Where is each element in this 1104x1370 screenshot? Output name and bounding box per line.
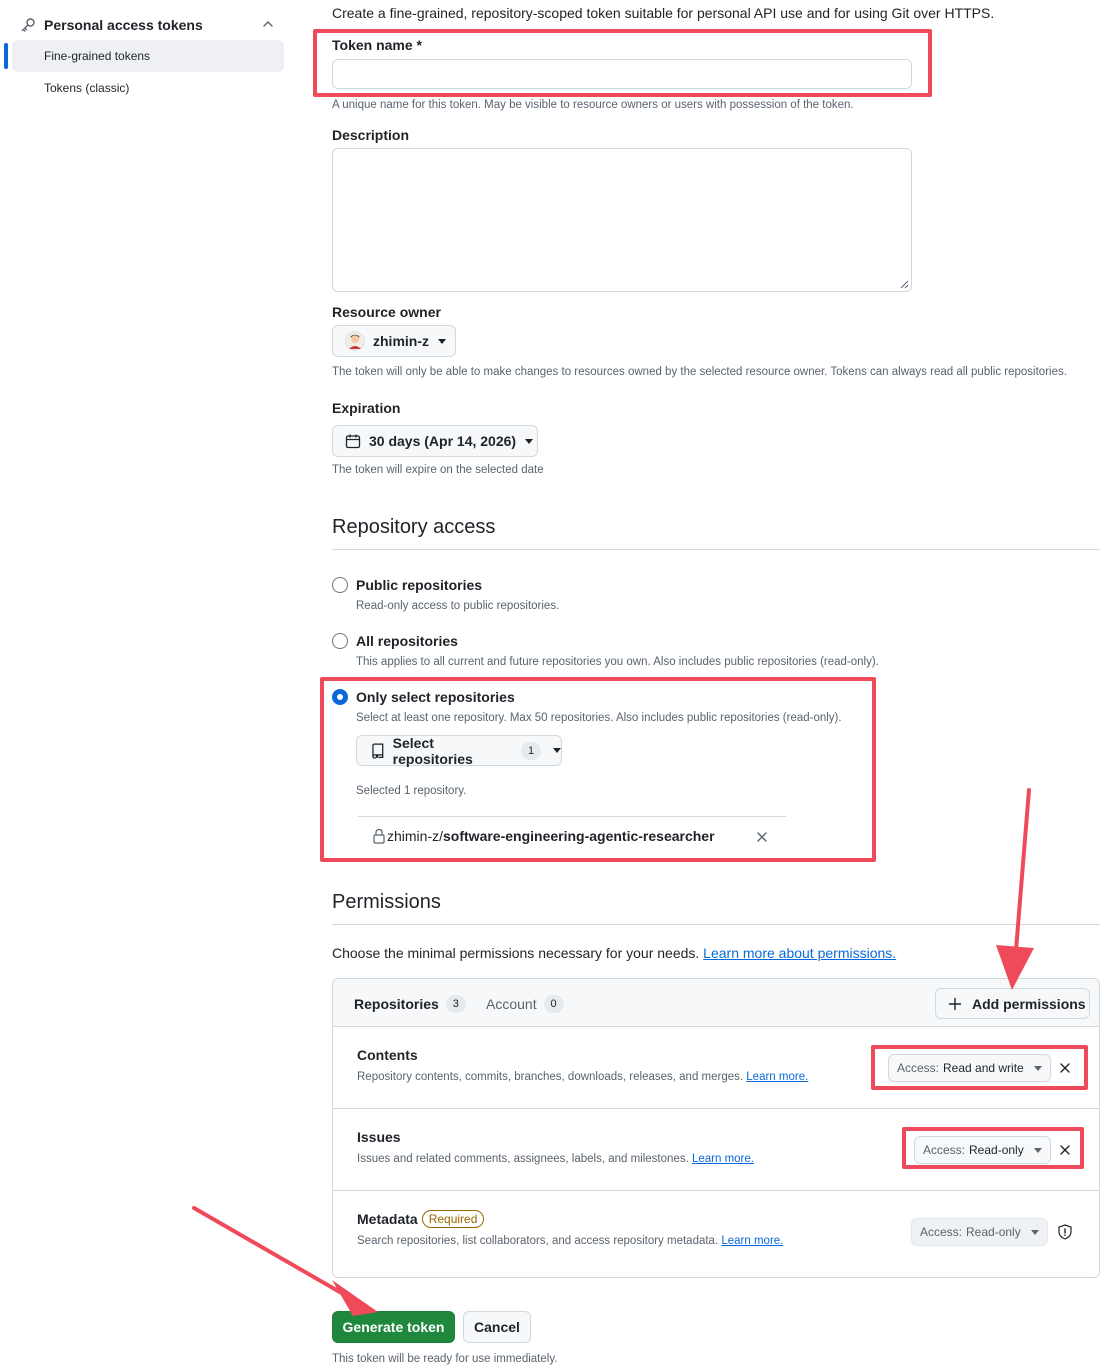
key-icon bbox=[21, 18, 35, 32]
caret-down-icon bbox=[438, 338, 446, 344]
active-indicator bbox=[4, 43, 8, 69]
expiration-label: Expiration bbox=[332, 400, 401, 416]
option-help-all: This applies to all current and future r… bbox=[356, 656, 879, 668]
tab-count-badge: 0 bbox=[543, 995, 564, 1013]
description-label: Description bbox=[332, 127, 410, 143]
option-label-all[interactable]: All repositories bbox=[356, 633, 458, 649]
access-value: Read-only bbox=[966, 1225, 1021, 1239]
calendar-icon bbox=[345, 434, 361, 449]
learn-more-permissions-link[interactable]: Learn more about permissions. bbox=[703, 945, 896, 961]
cancel-button[interactable]: Cancel bbox=[463, 1311, 531, 1343]
tab-repositories[interactable]: Repositories 3 bbox=[354, 995, 466, 1013]
option-help-public: Read-only access to public repositories. bbox=[356, 600, 560, 612]
permission-desc-issues: Issues and related comments, assignees, … bbox=[357, 1153, 754, 1165]
highlight-box-issues-access bbox=[902, 1127, 1084, 1169]
resource-owner-value: zhimin-z bbox=[373, 333, 429, 349]
avatar bbox=[345, 331, 365, 351]
permission-name-metadata: Metadata Required bbox=[357, 1210, 485, 1228]
resource-owner-label: Resource owner bbox=[332, 304, 441, 320]
sidebar-section-title: Personal access tokens bbox=[44, 17, 203, 33]
generate-footnote: This token will be ready for use immedia… bbox=[332, 1353, 558, 1365]
tab-count-badge: 3 bbox=[445, 995, 466, 1013]
resource-owner-help: The token will only be able to make chan… bbox=[332, 366, 1067, 378]
resource-owner-dropdown[interactable]: zhimin-z bbox=[332, 325, 456, 357]
caret-down-icon bbox=[1030, 1229, 1039, 1235]
sidebar-section-header[interactable]: Personal access tokens bbox=[20, 14, 284, 36]
permission-name-issues: Issues bbox=[357, 1129, 401, 1145]
learn-more-link[interactable]: Learn more. bbox=[746, 1071, 808, 1083]
section-divider bbox=[332, 924, 1100, 925]
tab-label: Account bbox=[486, 996, 537, 1012]
permission-desc-contents: Repository contents, commits, branches, … bbox=[357, 1071, 808, 1083]
access-prefix: Access: bbox=[920, 1225, 963, 1239]
permissions-intro: Choose the minimal permissions necessary… bbox=[332, 945, 896, 961]
permission-desc-text: Issues and related comments, assignees, … bbox=[357, 1153, 689, 1165]
page-intro: Create a fine-grained, repository-scoped… bbox=[332, 5, 995, 21]
highlight-box-repository-selection bbox=[320, 677, 876, 862]
row-divider bbox=[333, 1108, 1099, 1109]
highlight-box-token-name bbox=[313, 29, 932, 97]
radio-public-repositories[interactable] bbox=[332, 577, 348, 593]
radio-all-repositories[interactable] bbox=[332, 633, 348, 649]
expiration-help: The token will expire on the selected da… bbox=[332, 464, 544, 476]
option-label-public[interactable]: Public repositories bbox=[356, 577, 482, 593]
expiration-dropdown[interactable]: 30 days (Apr 14, 2026) bbox=[332, 425, 538, 457]
add-permissions-label: Add permissions bbox=[972, 995, 1086, 1012]
shield-icon bbox=[1058, 1224, 1072, 1240]
caret-down-icon bbox=[525, 438, 534, 444]
required-badge: Required bbox=[421, 1210, 485, 1228]
chevron-up-icon[interactable] bbox=[262, 18, 274, 30]
learn-more-link[interactable]: Learn more. bbox=[692, 1153, 754, 1165]
arrow-to-add-permissions bbox=[996, 788, 1034, 990]
permission-desc-text: Search repositories, list collaborators,… bbox=[357, 1235, 719, 1247]
repository-access-title: Repository access bbox=[332, 516, 496, 538]
permission-name-contents: Contents bbox=[357, 1047, 418, 1063]
sidebar-item-tokens-classic[interactable]: Tokens (classic) bbox=[12, 72, 284, 104]
token-name-help: A unique name for this token. May be vis… bbox=[332, 99, 854, 111]
learn-more-link[interactable]: Learn more. bbox=[721, 1235, 783, 1247]
generate-token-button[interactable]: Generate token bbox=[332, 1311, 455, 1343]
description-textarea[interactable] bbox=[332, 148, 912, 292]
row-divider bbox=[333, 1190, 1099, 1191]
permission-name-text: Metadata bbox=[357, 1211, 418, 1227]
tab-label: Repositories bbox=[354, 996, 439, 1012]
sidebar-item-fine-grained-tokens[interactable]: Fine-grained tokens bbox=[12, 40, 284, 72]
permission-desc-metadata: Search repositories, list collaborators,… bbox=[357, 1235, 783, 1247]
permissions-intro-text: Choose the minimal permissions necessary… bbox=[332, 945, 700, 961]
resize-handle-icon[interactable] bbox=[899, 279, 909, 289]
add-permissions-button[interactable]: Add permissions bbox=[935, 988, 1090, 1019]
access-dropdown-metadata: Access: Read-only bbox=[911, 1218, 1048, 1246]
expiration-value: 30 days (Apr 14, 2026) bbox=[369, 433, 517, 449]
plus-icon bbox=[948, 997, 962, 1010]
sidebar-item-label: Tokens (classic) bbox=[44, 81, 130, 95]
sidebar-item-label: Fine-grained tokens bbox=[44, 49, 151, 63]
permission-desc-text: Repository contents, commits, branches, … bbox=[357, 1071, 744, 1083]
permissions-title: Permissions bbox=[332, 891, 441, 913]
section-divider bbox=[332, 549, 1100, 550]
highlight-box-contents-access bbox=[871, 1045, 1088, 1090]
tab-account[interactable]: Account 0 bbox=[486, 995, 564, 1013]
